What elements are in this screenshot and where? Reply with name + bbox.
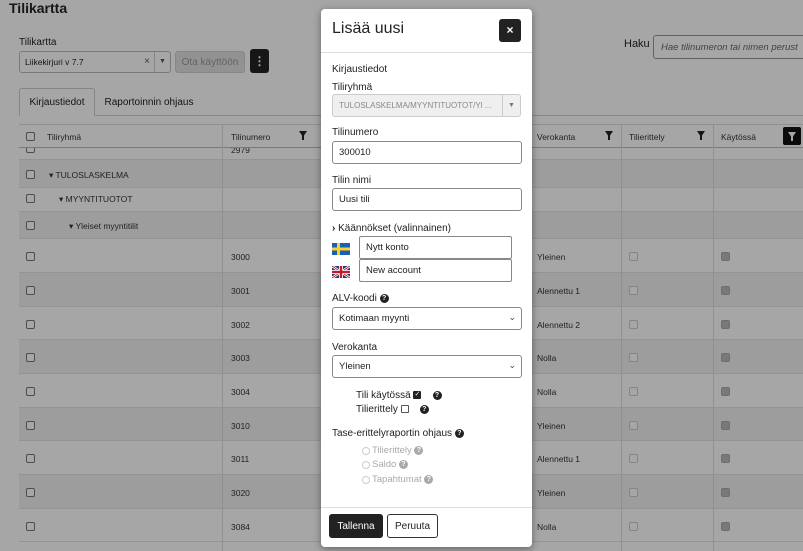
add-account-dialog: Lisää uusi × Kirjaustiedot Tiliryhmä TUL… <box>321 9 532 547</box>
active-label: Tili käytössä <box>356 390 411 401</box>
radio-itemize-label: Tilierittely <box>372 445 412 456</box>
vat-code-select[interactable]: Kotimaan myynti ⌄ <box>332 307 522 330</box>
help-icon[interactable]: ? <box>419 404 429 414</box>
chevron-down-icon: ▼ <box>502 95 520 116</box>
account-name-input[interactable]: Uusi tili <box>332 188 522 211</box>
tax-rate-value: Yleinen <box>339 361 371 372</box>
radio-itemize[interactable] <box>362 447 370 455</box>
divider <box>321 52 532 53</box>
translations-toggle[interactable]: › Käännökset (valinnainen) <box>332 223 451 234</box>
dialog-title: Lisää uusi <box>332 20 405 37</box>
divider <box>321 507 532 508</box>
swedish-flag-icon <box>332 242 350 255</box>
active-row: Tili käytössä ? <box>356 390 442 401</box>
group-select[interactable]: TULOSLASKELMA/MYYNTITUOTOT/Yl ... ▼ <box>332 94 521 117</box>
itemize-checkbox[interactable] <box>400 405 409 414</box>
section-heading: Kirjaustiedot <box>332 64 388 75</box>
help-icon[interactable]: ? <box>424 474 434 484</box>
help-icon[interactable]: ? <box>379 293 389 303</box>
save-button[interactable]: Tallenna <box>329 514 383 538</box>
account-number-input[interactable]: 300010 <box>332 141 522 164</box>
vat-label: ALV-koodi ? <box>332 293 389 304</box>
itemize-label: Tilierittely <box>356 404 398 415</box>
vat-label-text: ALV-koodi <box>332 293 377 304</box>
report-label-text: Tase-erittelyraportin ohjaus <box>332 428 453 439</box>
chevron-down-icon: ⌄ <box>508 312 516 322</box>
translation-en-input[interactable]: New account <box>359 259 512 282</box>
cancel-button[interactable]: Peruuta <box>387 514 438 538</box>
uk-flag-icon <box>331 265 351 279</box>
help-icon[interactable]: ? <box>454 428 464 438</box>
radio-label: Tapahtumat ? <box>372 474 434 485</box>
group-select-value: TULOSLASKELMA/MYYNTITUOTOT/Yl ... <box>339 101 492 110</box>
group-label: Tiliryhmä <box>332 82 373 93</box>
tax-label: Verokanta <box>332 342 378 353</box>
chevron-right-icon: › <box>332 223 336 234</box>
radio-transactions[interactable] <box>362 476 370 484</box>
radio-transactions-label: Tapahtumat <box>372 474 422 485</box>
chevron-down-icon: ⌄ <box>508 360 516 370</box>
radio-balance-label: Saldo <box>372 459 397 470</box>
radio-label: Saldo ? <box>372 459 408 470</box>
tax-rate-select[interactable]: Yleinen ⌄ <box>332 355 522 378</box>
help-icon[interactable]: ? <box>398 459 408 469</box>
help-icon[interactable]: ? <box>432 390 442 400</box>
close-button[interactable]: × <box>499 19 521 42</box>
radio-balance[interactable] <box>362 461 370 469</box>
radio-label: Tilierittely ? <box>372 445 424 456</box>
translations-label: Käännökset (valinnainen) <box>338 223 451 234</box>
report-label: Tase-erittelyraportin ohjaus ? <box>332 428 464 439</box>
translation-sv-input[interactable]: Nytt konto <box>359 236 512 259</box>
active-checkbox[interactable] <box>413 390 422 400</box>
name-label: Tilin nimi <box>332 175 372 186</box>
number-label: Tilinumero <box>332 127 379 138</box>
help-icon[interactable]: ? <box>414 445 424 455</box>
itemize-row: Tilierittely ? <box>356 404 429 415</box>
vat-code-value: Kotimaan myynti <box>339 313 410 324</box>
